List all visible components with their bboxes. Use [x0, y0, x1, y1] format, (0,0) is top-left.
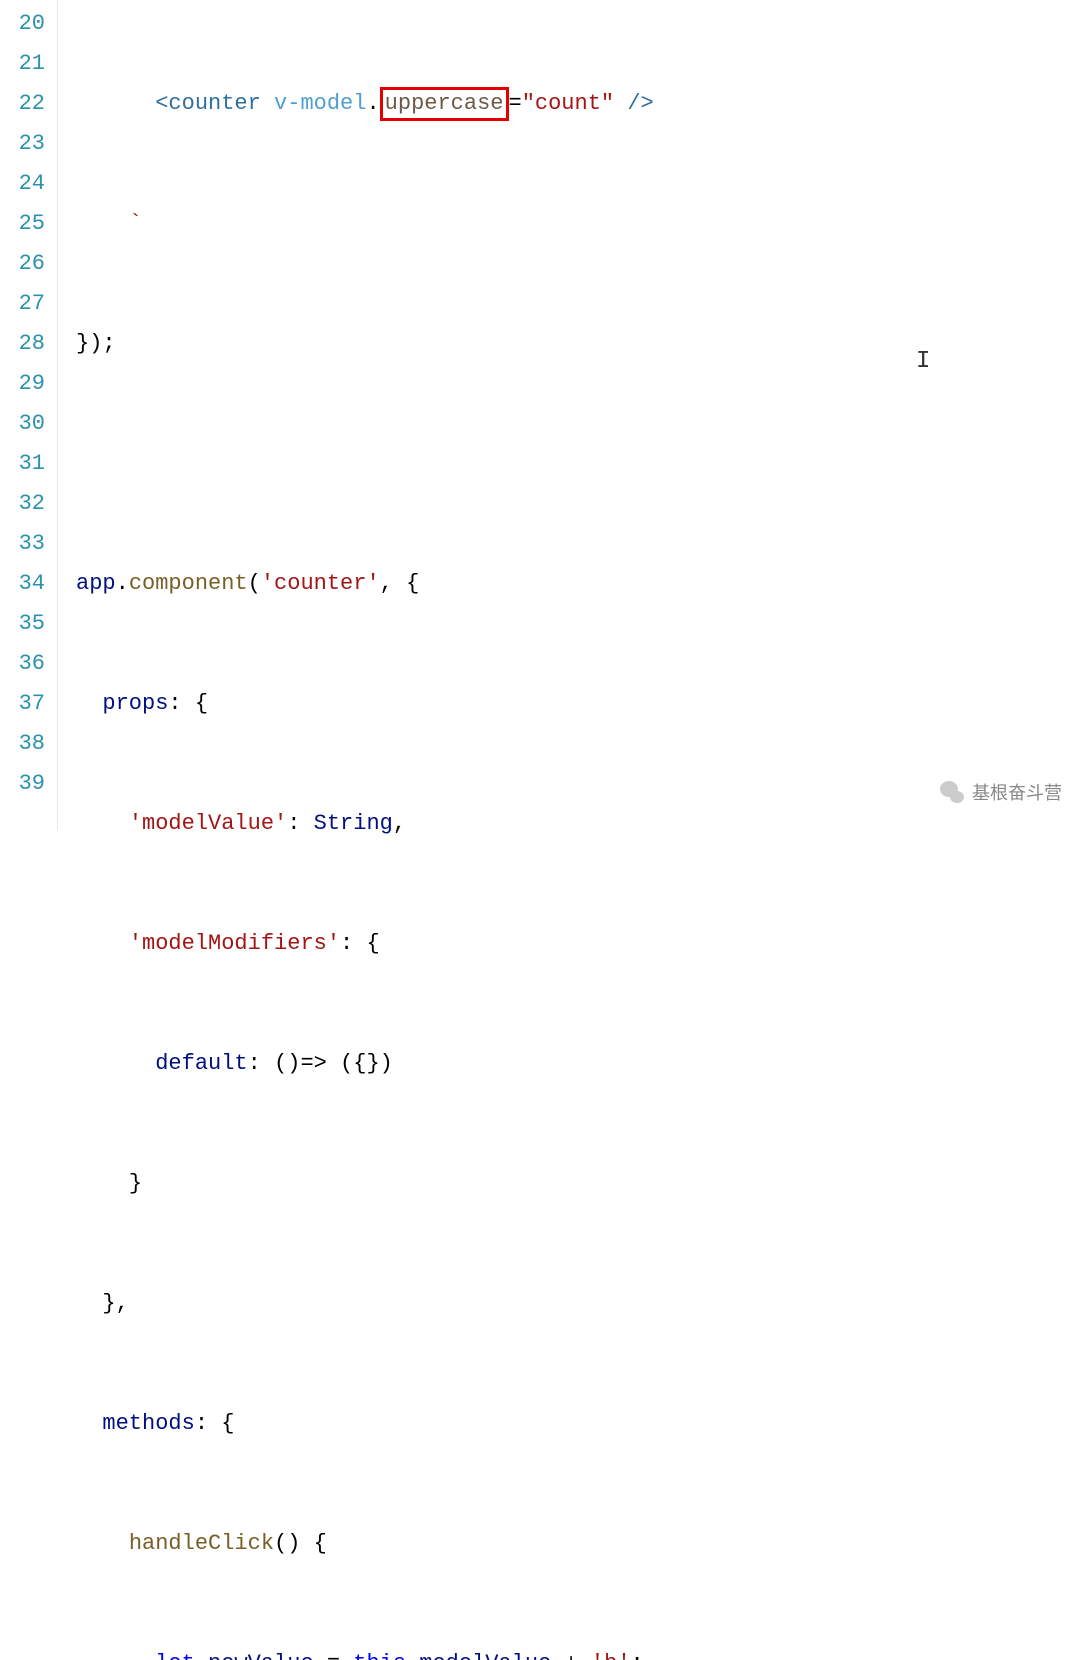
code-line-28[interactable]: default: ()=> ({}) — [76, 1044, 1080, 1084]
line-number: 22 — [0, 84, 45, 124]
line-number: 29 — [0, 364, 45, 404]
line-number: 24 — [0, 164, 45, 204]
line-number: 33 — [0, 524, 45, 564]
code-line-21[interactable]: ` — [76, 204, 1080, 244]
line-number: 36 — [0, 644, 45, 684]
line-number: 35 — [0, 604, 45, 644]
line-number: 38 — [0, 724, 45, 764]
highlight-uppercase-1: uppercase — [380, 87, 509, 121]
line-number: 21 — [0, 44, 45, 84]
line-number: 28 — [0, 324, 45, 364]
line-number: 23 — [0, 124, 45, 164]
code-line-32[interactable]: handleClick() { — [76, 1524, 1080, 1564]
line-number: 34 — [0, 564, 45, 604]
code-line-25[interactable]: props: { — [76, 684, 1080, 724]
line-number: 27 — [0, 284, 45, 324]
line-number: 26 — [0, 244, 45, 284]
line-number: 37 — [0, 684, 45, 724]
line-number: 32 — [0, 484, 45, 524]
code-line-23[interactable] — [76, 444, 1080, 484]
line-number: 30 — [0, 404, 45, 444]
code-line-33[interactable]: let newValue = this.modelValue + 'b'; — [76, 1644, 1080, 1660]
code-line-20[interactable]: <counter v-model.uppercase="count" /> — [76, 84, 1080, 124]
line-number: 25 — [0, 204, 45, 244]
line-number: 20 — [0, 4, 45, 44]
wechat-icon — [938, 778, 966, 806]
line-number-gutter: 20 21 22 23 24 25 26 27 28 29 30 31 32 3… — [0, 0, 58, 830]
line-number: 31 — [0, 444, 45, 484]
code-line-24[interactable]: app.component('counter', { — [76, 564, 1080, 604]
code-line-26[interactable]: 'modelValue': String, — [76, 804, 1080, 844]
code-line-29[interactable]: } — [76, 1164, 1080, 1204]
text-cursor-icon: I — [916, 348, 930, 375]
watermark: 基根奋斗营 — [938, 778, 1062, 806]
code-line-31[interactable]: methods: { — [76, 1404, 1080, 1444]
watermark-text: 基根奋斗营 — [972, 779, 1062, 805]
code-editor[interactable]: 20 21 22 23 24 25 26 27 28 29 30 31 32 3… — [0, 0, 1080, 830]
code-area[interactable]: <counter v-model.uppercase="count" /> ` … — [58, 0, 1080, 830]
code-line-30[interactable]: }, — [76, 1284, 1080, 1324]
code-line-27[interactable]: 'modelModifiers': { — [76, 924, 1080, 964]
line-number: 39 — [0, 764, 45, 804]
